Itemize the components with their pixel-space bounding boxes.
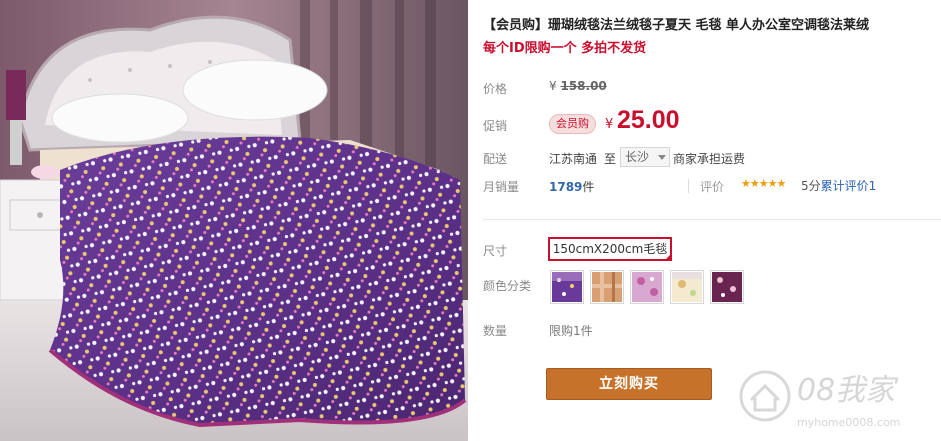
color-label: 颜色分类 <box>483 279 532 293</box>
monthly-sales-count: 1789 <box>549 180 583 194</box>
original-price-value: 158.00 <box>560 79 607 93</box>
color-swatch-plum-print[interactable] <box>710 270 744 304</box>
shipping-to-word: 至 <box>604 152 617 166</box>
sale-price-currency: ¥ <box>605 117 614 132</box>
review-label: 评价 <box>700 180 725 194</box>
buy-now-button[interactable]: 立刻购买 <box>546 368 712 400</box>
member-badge: 会员购 <box>549 114 596 134</box>
shipping-label: 配送 <box>483 152 508 166</box>
rating-score: 5分 <box>801 179 821 193</box>
shipping-note: 商家承担运费 <box>673 152 746 166</box>
color-swatch-pink-floral[interactable] <box>630 270 664 304</box>
section-divider <box>483 219 941 220</box>
watermark-url: myhome0008.com <box>797 416 900 429</box>
monthly-sales-label: 月销量 <box>483 180 520 194</box>
promo-label: 促销 <box>483 119 508 133</box>
sale-price: 25.00 <box>617 106 680 134</box>
color-swatch-brown-plaid[interactable] <box>590 270 624 304</box>
watermark-text: 08我家 <box>797 373 899 408</box>
chevron-down-icon <box>658 155 666 160</box>
size-option-selected[interactable]: 150cmX200cm毛毯 <box>548 237 672 261</box>
size-label: 尺寸 <box>483 244 508 258</box>
monthly-sales-unit: 件 <box>582 180 595 194</box>
watermark-logo: 08我家 myhome0008.com <box>735 356 935 436</box>
rating-summary: 5分累计评价1 <box>801 177 876 194</box>
product-photo <box>0 0 468 441</box>
star-rating-icon: ★★★★★ <box>741 177 786 190</box>
product-title: 【会员购】珊瑚绒毯法兰绒毯子夏天 毛毯 单人办公室空调毯法莱绒 <box>483 18 870 33</box>
blanket-bed-image <box>0 0 468 441</box>
review-count-link[interactable]: 累计评价1 <box>821 179 877 193</box>
original-price-currency: ¥ <box>549 79 557 93</box>
color-swatch-cream-floral[interactable] <box>670 270 704 304</box>
destination-select[interactable]: 长沙 <box>620 147 670 167</box>
selected-check-icon <box>664 253 672 261</box>
monthly-sales: 1789件 <box>549 178 594 195</box>
shipping-origin: 江苏南通 <box>549 152 598 166</box>
size-option-label: 150cmX200cm毛毯 <box>552 242 668 256</box>
purchase-limit-notice: 每个ID限购一个 多拍不发货 <box>483 41 647 56</box>
price-label: 价格 <box>483 82 508 96</box>
color-swatch-purple-dot[interactable] <box>550 270 584 304</box>
quantity-label: 数量 <box>483 324 508 338</box>
quantity-limit: 限购1件 <box>549 324 593 338</box>
original-price: ¥ 158.00 <box>549 79 607 93</box>
destination-value: 长沙 <box>625 150 650 164</box>
divider <box>688 179 689 193</box>
